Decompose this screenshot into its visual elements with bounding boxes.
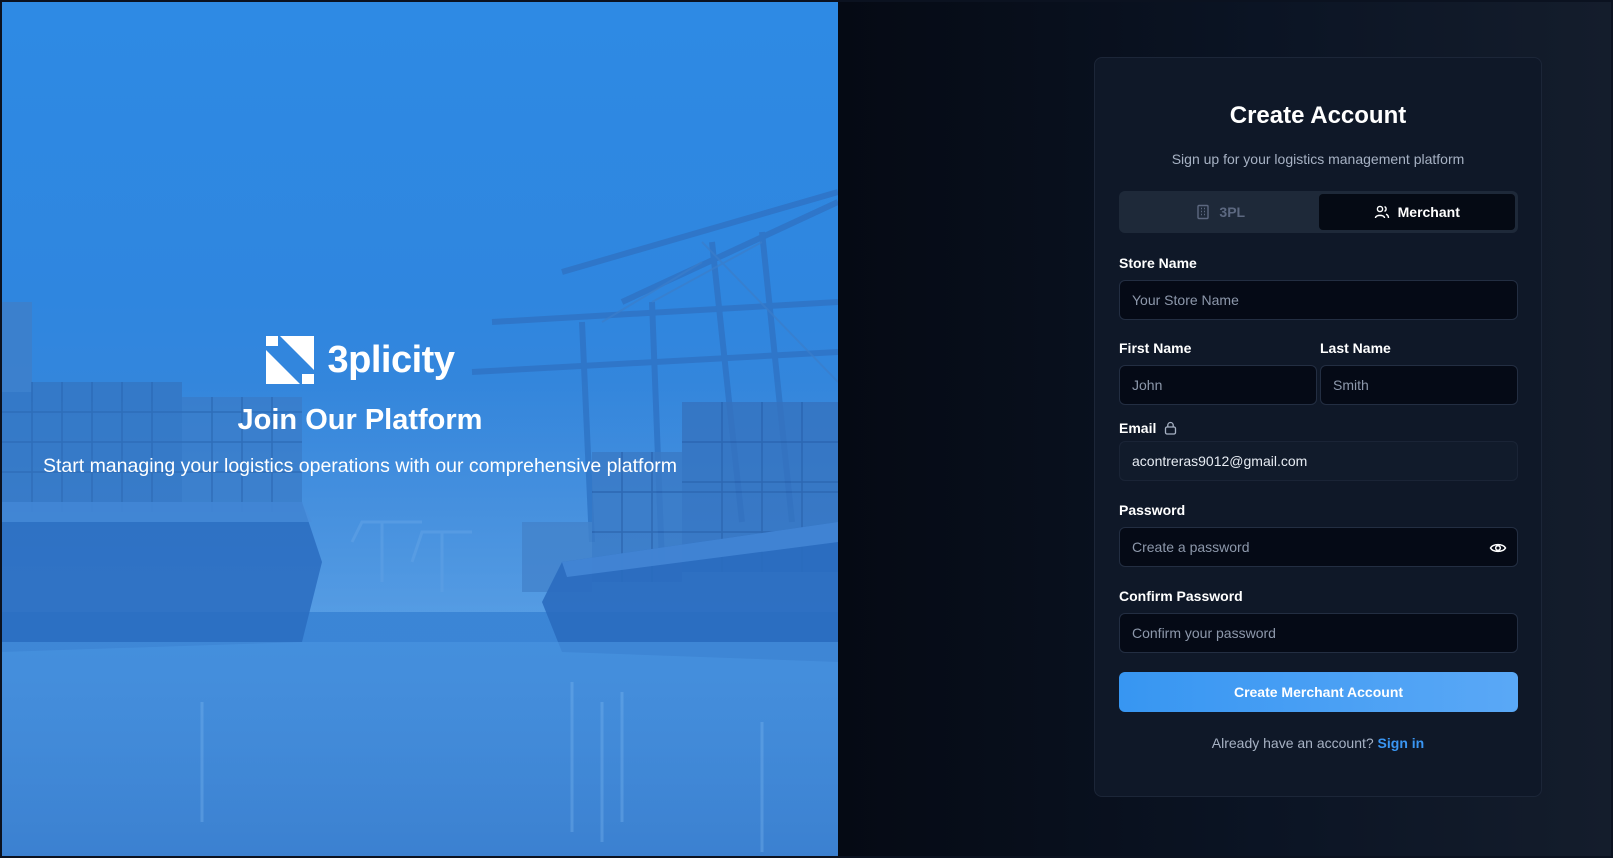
- confirm-password-field: [1119, 613, 1518, 653]
- account-type-toggle: 3PL Merchant: [1119, 191, 1518, 233]
- first-name-input[interactable]: [1120, 366, 1316, 404]
- hero-title: Join Our Platform: [237, 404, 483, 436]
- password-field: [1119, 527, 1518, 567]
- signin-prompt: Already have an account? Sign in: [1095, 735, 1541, 751]
- email-input: [1120, 442, 1517, 480]
- first-name-field: [1119, 365, 1317, 405]
- form-panel: Create Account Sign up for your logistic…: [838, 2, 1611, 856]
- confirm-password-label: Confirm Password: [1119, 588, 1243, 604]
- confirm-password-input[interactable]: [1120, 614, 1517, 652]
- tab-3pl[interactable]: 3PL: [1122, 194, 1319, 230]
- first-name-label: First Name: [1119, 340, 1192, 356]
- eye-icon[interactable]: [1489, 539, 1507, 557]
- brand-logo-icon: [265, 336, 314, 384]
- create-merchant-account-button[interactable]: Create Merchant Account: [1119, 672, 1518, 712]
- last-name-input[interactable]: [1321, 366, 1517, 404]
- last-name-label: Last Name: [1320, 340, 1391, 356]
- signin-link[interactable]: Sign in: [1378, 735, 1425, 751]
- card-subtitle: Sign up for your logistics management pl…: [1171, 151, 1465, 167]
- password-label: Password: [1119, 502, 1186, 518]
- email-label: Email: [1119, 420, 1177, 436]
- email-field: [1119, 441, 1518, 481]
- hero-panel: 3plicity Join Our Platform Start managin…: [2, 2, 838, 856]
- building-icon: [1197, 204, 1210, 220]
- tab-3pl-label: 3PL: [1219, 204, 1246, 220]
- lock-icon: [1165, 421, 1177, 435]
- brand: 3plicity: [265, 336, 455, 384]
- hero-content: 3plicity Join Our Platform Start managin…: [2, 336, 718, 478]
- users-icon: [1374, 205, 1389, 219]
- password-input[interactable]: [1120, 528, 1517, 566]
- card-title: Create Account: [1229, 102, 1407, 129]
- tab-merchant[interactable]: Merchant: [1318, 194, 1515, 230]
- hero-subtitle: Start managing your logistics operations…: [42, 455, 678, 477]
- store-name-field: [1119, 280, 1518, 320]
- last-name-field: [1320, 365, 1518, 405]
- store-name-input[interactable]: [1120, 281, 1517, 319]
- store-name-label: Store Name: [1119, 255, 1197, 271]
- signup-card: Create Account Sign up for your logistic…: [1094, 57, 1542, 797]
- brand-name: 3plicity: [327, 338, 455, 381]
- tab-merchant-label: Merchant: [1397, 204, 1460, 220]
- signup-page: 3plicity Join Our Platform Start managin…: [2, 2, 1611, 856]
- signin-prompt-text: Already have an account?: [1211, 735, 1374, 751]
